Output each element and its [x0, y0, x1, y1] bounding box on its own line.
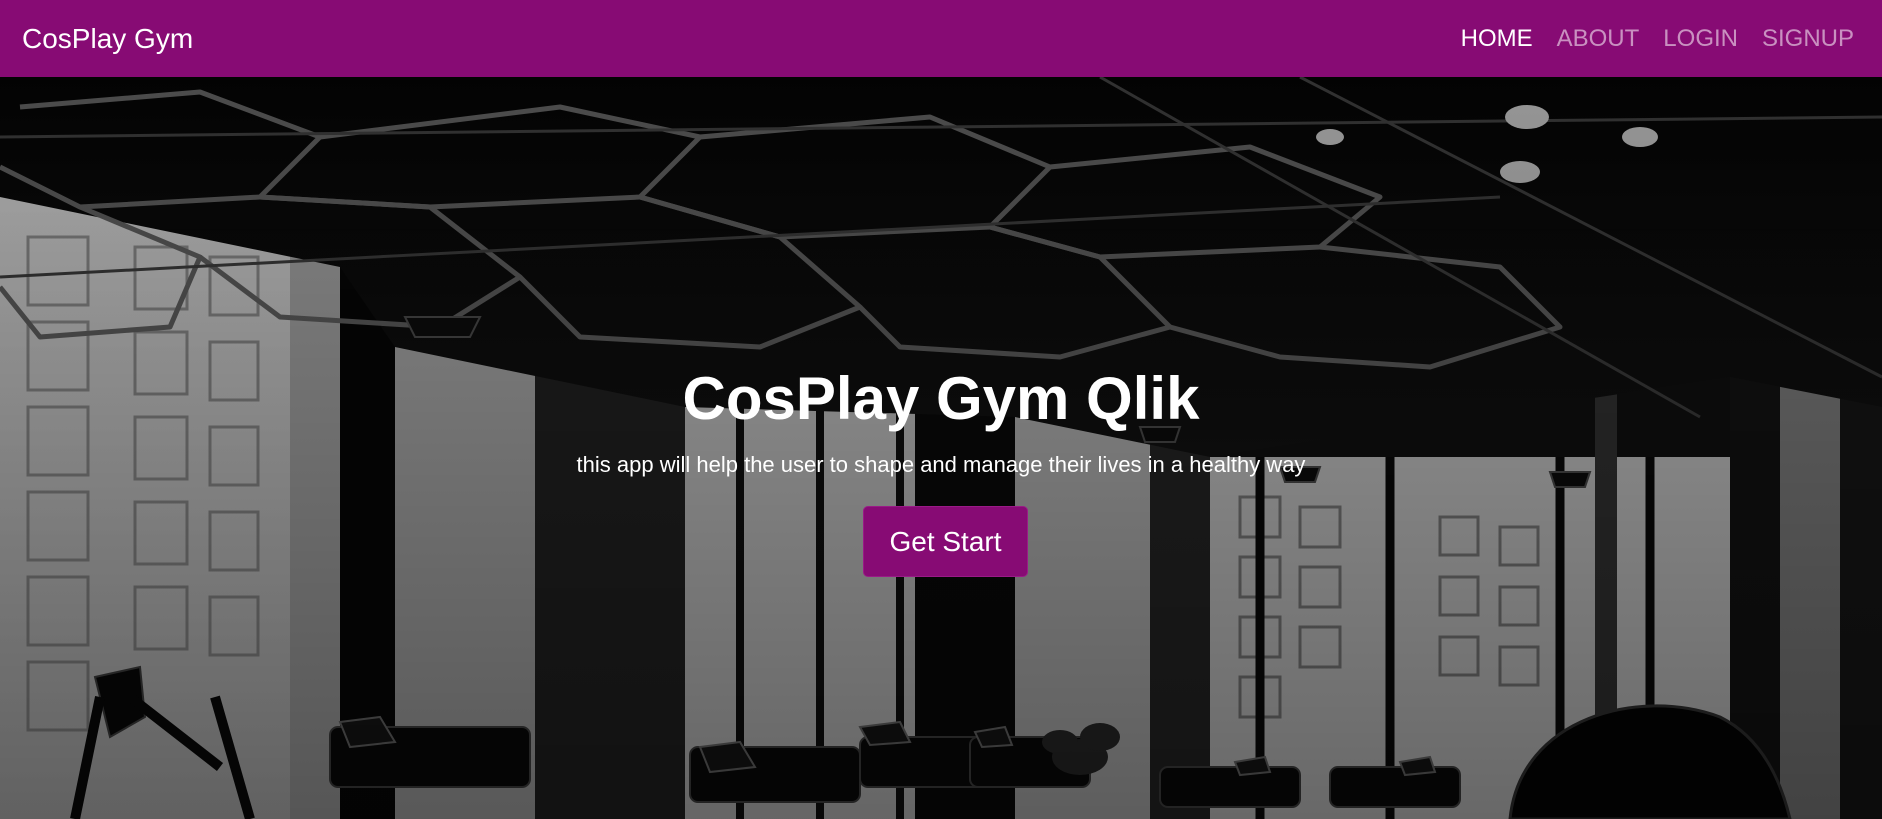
- nav-about-link[interactable]: ABOUT: [1557, 25, 1640, 53]
- hero-content: CosPlay Gym Qlik this app will help the …: [0, 77, 1882, 819]
- hero-title: CosPlay Gym Qlik: [682, 365, 1200, 432]
- nav-login-link[interactable]: LOGIN: [1663, 25, 1738, 53]
- nav-home-link[interactable]: HOME: [1461, 25, 1533, 53]
- get-start-button[interactable]: Get Start: [863, 506, 1028, 577]
- hero-section: CosPlay Gym Qlik this app will help the …: [0, 77, 1882, 819]
- nav-links: HOME ABOUT LOGIN SIGNUP: [1461, 25, 1854, 53]
- nav-signup-link[interactable]: SIGNUP: [1762, 25, 1854, 53]
- hero-subtitle: this app will help the user to shape and…: [576, 452, 1306, 477]
- brand-link[interactable]: CosPlay Gym: [22, 23, 193, 55]
- top-navbar: CosPlay Gym HOME ABOUT LOGIN SIGNUP: [0, 0, 1882, 77]
